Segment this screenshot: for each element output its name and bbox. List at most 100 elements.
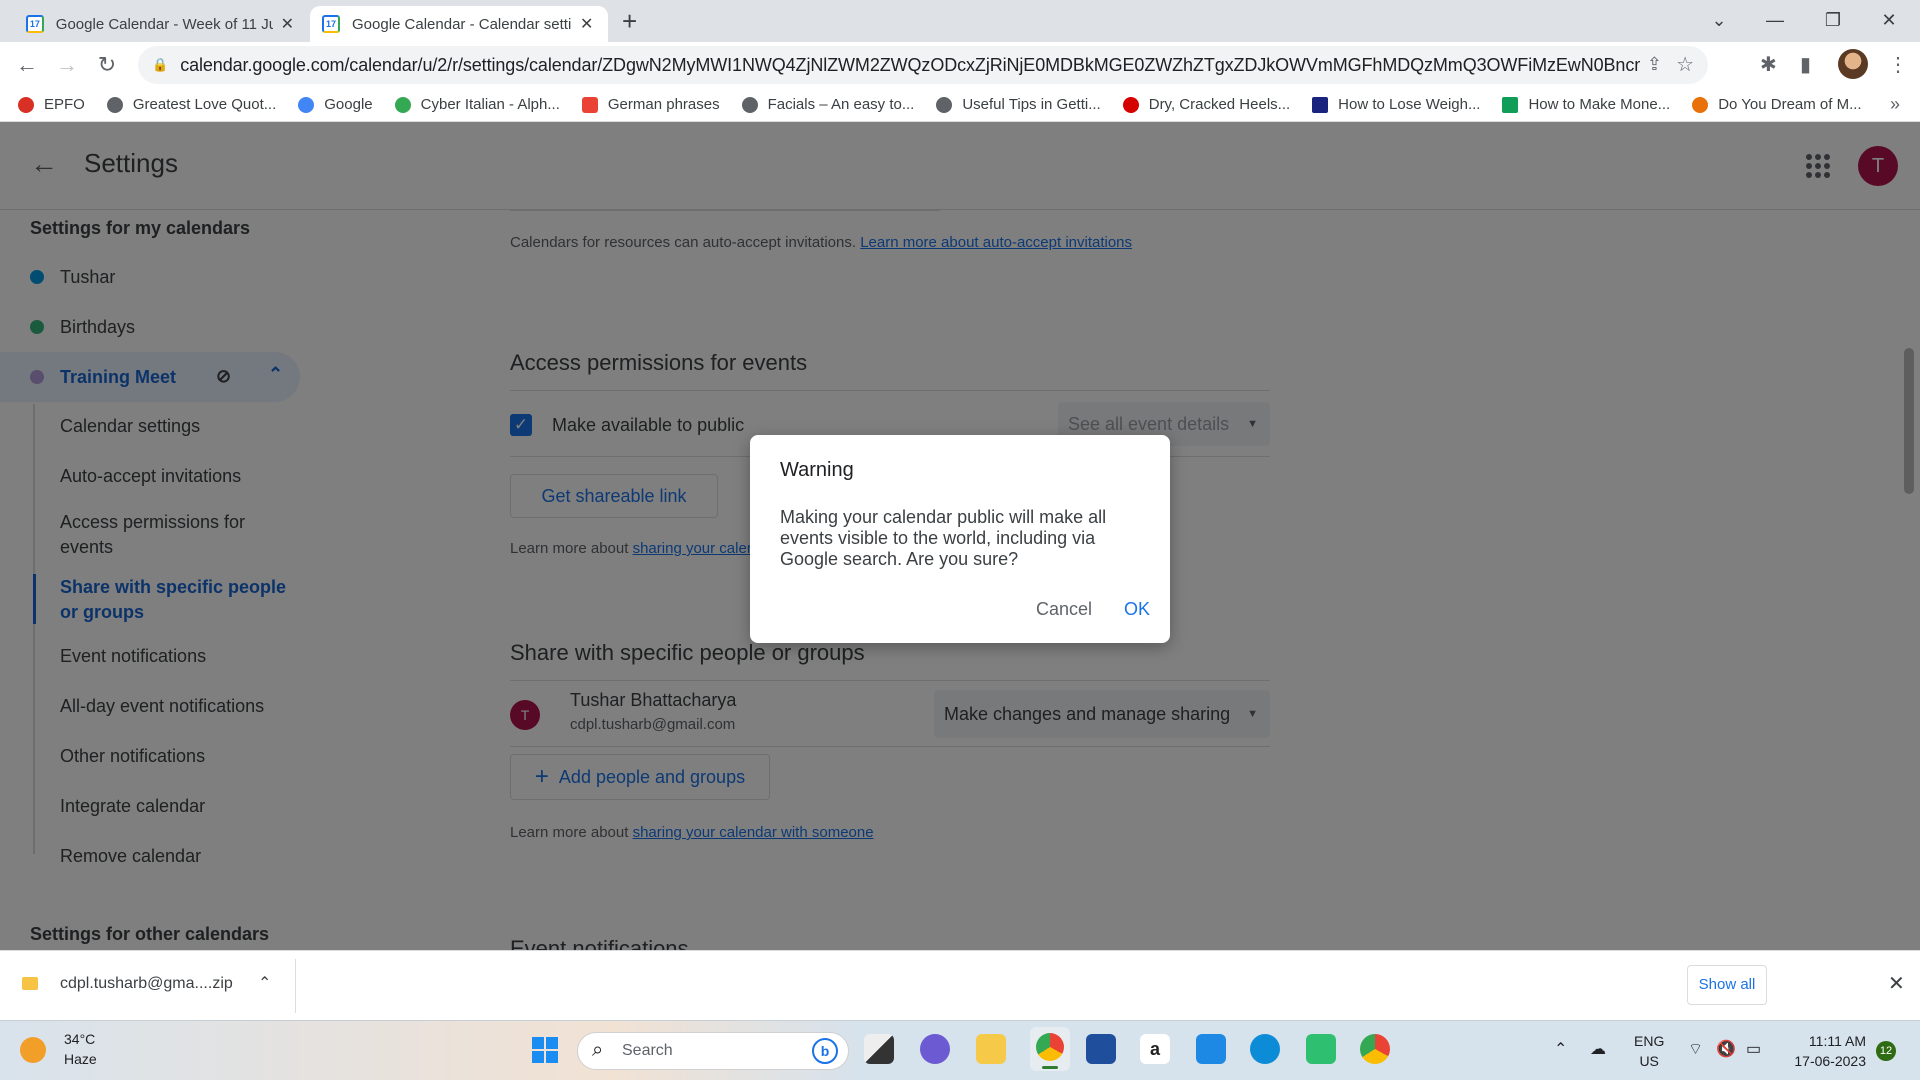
browser-toolbar: ← → ↻ 🔒 calendar.google.com/calendar/u/2… xyxy=(0,42,1920,88)
bookmark-favicon-icon xyxy=(1312,96,1329,113)
bookmark-item[interactable]: Do You Dream of M... xyxy=(1692,96,1862,113)
lock-icon[interactable]: 🔒 xyxy=(152,57,168,73)
close-download-bar-icon[interactable]: ✕ xyxy=(1888,971,1905,996)
reload-icon[interactable]: ↻ xyxy=(92,50,122,80)
bookmark-item[interactable]: Google xyxy=(298,96,373,113)
lang-region: US xyxy=(1639,1053,1659,1069)
zip-folder-icon xyxy=(22,977,38,990)
bookmark-item[interactable]: German phrases xyxy=(581,96,720,113)
notification-badge[interactable]: 12 xyxy=(1876,1041,1896,1061)
bookmark-item[interactable]: How to Lose Weigh... xyxy=(1312,96,1480,113)
minimize-button[interactable]: — xyxy=(1752,4,1798,36)
tab-title: Google Calendar - Calendar settings xyxy=(352,15,572,33)
bookmark-item[interactable]: EPFO xyxy=(18,96,85,113)
back-arrow-icon[interactable]: ← xyxy=(12,50,42,80)
bing-icon[interactable]: b xyxy=(812,1038,838,1064)
side-panel-icon[interactable]: ▮ xyxy=(1800,52,1811,77)
teams-chat-icon[interactable] xyxy=(920,1034,950,1064)
date: 17-06-2023 xyxy=(1794,1053,1866,1069)
tab-search-icon[interactable]: ⌄ xyxy=(1696,4,1742,36)
extensions-puzzle-icon[interactable]: ✱ xyxy=(1760,52,1777,77)
weather-haze-icon[interactable] xyxy=(20,1037,46,1063)
globe-icon xyxy=(106,96,123,113)
globe-icon xyxy=(936,96,953,113)
share-icon[interactable]: ⇪ xyxy=(1647,54,1662,75)
tab-calendar-settings[interactable]: 17 Google Calendar - Calendar settings ✕ xyxy=(310,6,608,42)
input-language[interactable]: ENG US xyxy=(1634,1031,1664,1071)
close-window-button[interactable]: ✕ xyxy=(1866,4,1912,36)
calendar-favicon-icon: 17 xyxy=(322,15,340,33)
cancel-button[interactable]: Cancel xyxy=(1036,599,1092,620)
windows-taskbar: 34°C Haze ⌕ Search b a ⌃ ☁ ENG US ⌔ 🔇 ▭ 1… xyxy=(0,1020,1920,1080)
search-label: Search xyxy=(622,1042,673,1059)
bookmark-label: EPFO xyxy=(44,96,85,113)
download-bar: cdpl.tusharb@gma....zip ⌃ Show all ✕ xyxy=(0,950,1920,1020)
bookmark-favicon-icon xyxy=(581,96,598,113)
start-button[interactable] xyxy=(532,1037,558,1063)
battery-icon[interactable]: ▭ xyxy=(1746,1039,1761,1059)
bookmark-item[interactable]: Dry, Cracked Heels... xyxy=(1122,96,1291,113)
bookmarks-bar: EPFO Greatest Love Quot... Google Cyber … xyxy=(0,88,1920,122)
bookmark-item[interactable]: Cyber Italian - Alph... xyxy=(394,96,560,113)
bookmark-label: Useful Tips in Getti... xyxy=(962,96,1101,113)
lang-code: ENG xyxy=(1634,1033,1665,1049)
edge-icon[interactable] xyxy=(1250,1034,1280,1064)
bookmark-label: How to Lose Weigh... xyxy=(1338,96,1481,113)
calendar-favicon-icon: 17 xyxy=(26,15,44,33)
taskbar-search[interactable]: ⌕ Search b xyxy=(577,1032,849,1070)
dialog-message: Making your calendar public will make al… xyxy=(780,507,1107,569)
bookmark-favicon-icon xyxy=(394,96,411,113)
url-text[interactable]: calendar.google.com/calendar/u/2/r/setti… xyxy=(180,55,1640,76)
restore-button[interactable]: ❐ xyxy=(1810,4,1856,36)
clock[interactable]: 11:11 AM 17-06-2023 xyxy=(1786,1031,1866,1071)
tab-calendar-week[interactable]: 17 Google Calendar - Week of 11 June ✕ xyxy=(14,6,306,42)
bookmark-label: How to Make Mone... xyxy=(1528,96,1671,113)
bookmark-item[interactable]: How to Make Mone... xyxy=(1502,96,1670,113)
forward-arrow-icon[interactable]: → xyxy=(52,50,82,80)
dialog-title: Warning xyxy=(780,459,854,481)
globe-icon xyxy=(741,96,758,113)
weather-temperature: 34°C xyxy=(64,1031,96,1047)
amazon-icon[interactable]: a xyxy=(1140,1034,1170,1064)
new-tab-button[interactable]: + xyxy=(622,6,637,37)
bookmark-favicon-icon xyxy=(1502,96,1519,113)
download-file-name[interactable]: cdpl.tusharb@gma....zip xyxy=(60,975,233,993)
bookmark-item[interactable]: Facials – An easy to... xyxy=(741,96,915,113)
chrome-active-icon[interactable] xyxy=(1030,1027,1070,1071)
chrome-profile-c-icon[interactable] xyxy=(1360,1034,1390,1064)
microsoft-store-icon[interactable] xyxy=(1086,1034,1116,1064)
bookmark-item[interactable]: Useful Tips in Getti... xyxy=(936,96,1101,113)
file-explorer-icon[interactable] xyxy=(976,1034,1006,1064)
ok-button[interactable]: OK xyxy=(1124,599,1150,620)
show-all-button[interactable]: Show all xyxy=(1687,965,1767,1005)
task-view-icon[interactable] xyxy=(864,1034,894,1064)
mail-icon[interactable] xyxy=(1196,1034,1226,1064)
profile-avatar[interactable] xyxy=(1838,49,1868,79)
kaspersky-icon[interactable] xyxy=(1306,1034,1336,1064)
warning-dialog: Warning Making your calendar public will… xyxy=(750,435,1170,643)
weather-condition: Haze xyxy=(64,1051,97,1067)
close-tab-icon[interactable]: ✕ xyxy=(281,14,294,34)
chevron-up-icon[interactable]: ⌃ xyxy=(258,973,271,993)
show-hidden-icons-chevron[interactable]: ⌃ xyxy=(1554,1039,1567,1059)
tab-title: Google Calendar - Week of 11 June xyxy=(55,15,273,33)
wifi-icon[interactable]: ⌔ xyxy=(1688,1039,1703,1059)
bookmark-favicon-icon xyxy=(18,96,34,113)
divider xyxy=(295,959,296,1013)
search-icon: ⌕ xyxy=(592,1039,604,1061)
address-bar[interactable]: 🔒 calendar.google.com/calendar/u/2/r/set… xyxy=(138,46,1708,84)
bookmark-label: Facials – An easy to... xyxy=(767,96,915,113)
bookmark-label: Dry, Cracked Heels... xyxy=(1148,96,1291,113)
calendar-settings-page: ← Settings T Settings for my calendars T… xyxy=(0,122,1920,950)
bookmarks-overflow-button[interactable]: » xyxy=(1890,94,1900,115)
bookmark-label: Do You Dream of M... xyxy=(1718,96,1862,113)
bookmark-star-icon[interactable]: ☆ xyxy=(1676,52,1694,77)
onedrive-sync-icon[interactable]: ☁ xyxy=(1590,1039,1606,1059)
bookmark-label: Cyber Italian - Alph... xyxy=(420,96,560,113)
red-ball-icon xyxy=(1122,96,1139,113)
bookmark-item[interactable]: Greatest Love Quot... xyxy=(106,96,277,113)
close-tab-icon[interactable]: ✕ xyxy=(580,14,593,34)
bookmark-label: Greatest Love Quot... xyxy=(132,96,277,113)
volume-muted-icon[interactable]: 🔇 xyxy=(1716,1039,1736,1059)
more-menu-icon[interactable]: ⋮ xyxy=(1888,52,1908,77)
